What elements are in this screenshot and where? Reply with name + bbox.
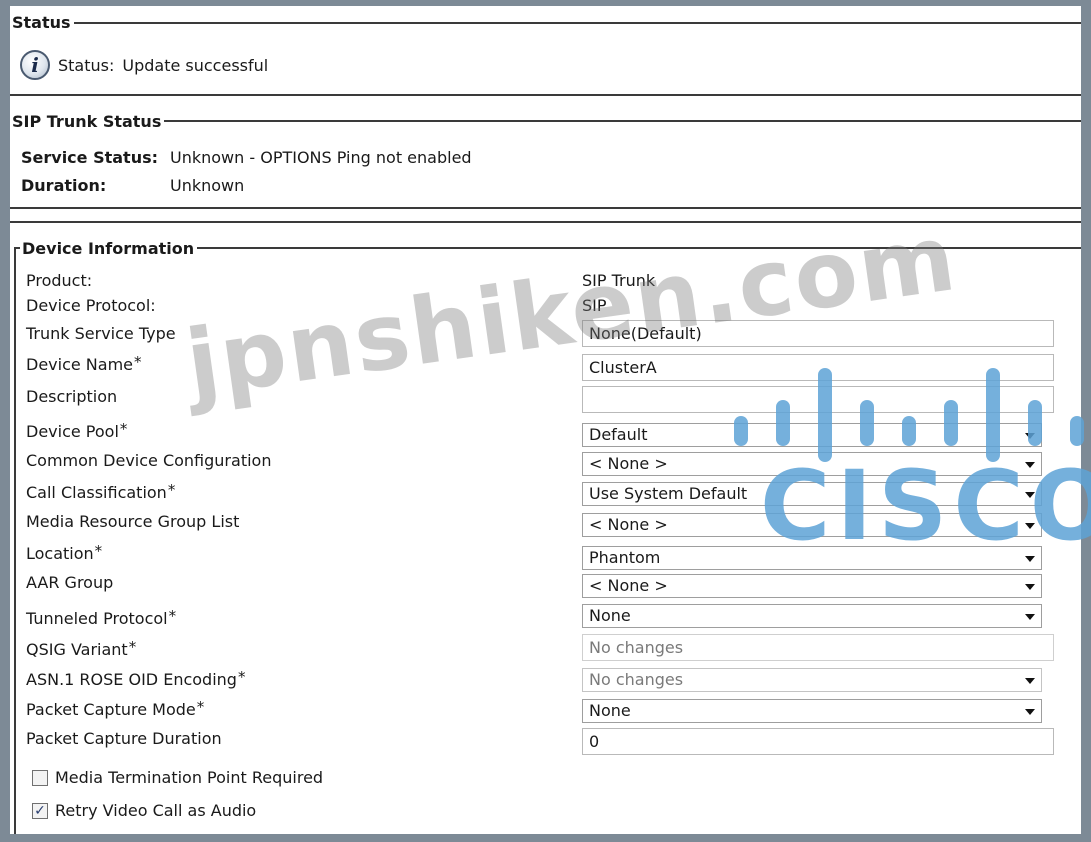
trunk-service-type-label: Trunk Service Type (26, 324, 176, 343)
mtp-required-checkbox[interactable] (32, 769, 48, 786)
status-section-bottom-rule (10, 94, 1081, 96)
duration-label: Duration: (21, 176, 107, 195)
asn1-rose-oid-encoding-select: No changes (582, 668, 1042, 692)
sip-trunk-status-rule (10, 120, 1081, 122)
retry-video-checkbox[interactable]: ✓ (32, 802, 48, 819)
packet-capture-mode-select[interactable]: None (582, 699, 1042, 723)
mtp-required-row[interactable]: Media Termination Point Required (32, 768, 323, 787)
required-marker: * (196, 698, 205, 716)
device-protocol-label: Device Protocol: (26, 296, 156, 315)
service-status-row: Service Status: Unknown - OPTIONS Ping no… (21, 148, 472, 167)
retry-video-label: Retry Video Call as Audio (55, 801, 257, 820)
aar-group-select[interactable]: < None > (582, 574, 1042, 598)
location-label: Location* (26, 542, 103, 563)
tunneled-protocol-select[interactable]: None (582, 604, 1042, 628)
chevron-down-icon (1025, 709, 1035, 715)
tunneled-protocol-label: Tunneled Protocol* (26, 607, 177, 628)
device-info-left-border (14, 247, 16, 834)
call-classification-label: Call Classification* (26, 481, 176, 502)
service-status-value: Unknown - OPTIONS Ping not enabled (170, 148, 472, 167)
packet-capture-duration-input[interactable]: 0 (582, 728, 1054, 755)
duration-row: Duration: Unknown (21, 176, 244, 195)
chevron-down-icon (1025, 678, 1035, 684)
mtp-required-label: Media Termination Point Required (55, 768, 324, 787)
required-marker: * (128, 638, 137, 656)
device-name-label: Device Name* (26, 353, 142, 374)
retry-video-row[interactable]: ✓ Retry Video Call as Audio (32, 801, 256, 820)
status-label: Status: (58, 55, 115, 75)
required-marker: * (237, 668, 246, 686)
required-marker: * (134, 353, 142, 371)
device-pool-label: Device Pool* (26, 420, 128, 441)
status-section-rule (10, 22, 1081, 24)
product-label: Product: (26, 271, 93, 290)
asn1-rose-oid-encoding-label: ASN.1 ROSE OID Encoding* (26, 668, 246, 689)
sip-trunk-status-title: SIP Trunk Status (10, 112, 165, 132)
cisco-wordmark: CISCO (760, 450, 1091, 562)
required-marker: * (167, 481, 176, 499)
qsig-variant-field: No changes (582, 634, 1054, 661)
duration-value: Unknown (170, 176, 245, 195)
status-message-row: i Status: Update successful (20, 50, 268, 80)
packet-capture-duration-label: Packet Capture Duration (26, 729, 222, 748)
device-info-title: Device Information (20, 239, 198, 259)
cisco-logo: CISCO (722, 360, 1091, 560)
status-message: Update successful (122, 55, 269, 75)
chevron-down-icon (1025, 614, 1035, 620)
aar-group-label: AAR Group (26, 573, 114, 592)
chevron-down-icon (1025, 584, 1035, 590)
service-status-label: Service Status: (21, 148, 159, 167)
info-icon: i (20, 50, 50, 80)
common-device-config-label: Common Device Configuration (26, 451, 272, 470)
required-marker: * (119, 420, 128, 438)
required-marker: * (168, 607, 177, 625)
packet-capture-mode-label: Packet Capture Mode* (26, 698, 205, 719)
description-label: Description (26, 387, 118, 406)
media-resource-group-list-label: Media Resource Group List (26, 512, 240, 531)
qsig-variant-label: QSIG Variant* (26, 638, 137, 659)
status-section-title: Status (10, 13, 74, 33)
required-marker: * (94, 542, 103, 560)
